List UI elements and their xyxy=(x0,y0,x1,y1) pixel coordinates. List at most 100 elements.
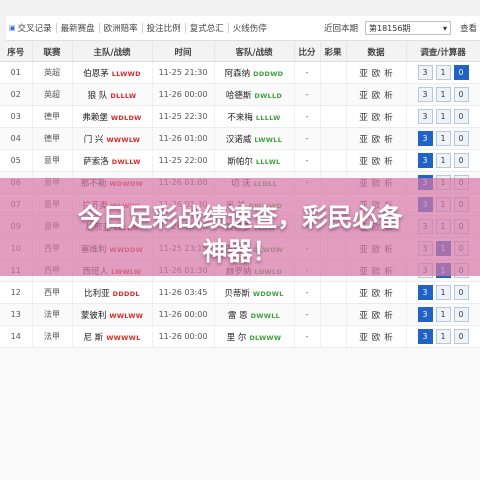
calc-option-button[interactable]: 3 xyxy=(417,307,433,322)
table-row: 04 德甲门 兴 WWWLW 11-26 01:00 汉诺威 LWWLL - 亚欧析 3 1 0 xyxy=(0,127,480,150)
cell-league[interactable]: 德甲 xyxy=(32,127,73,150)
tb-multi-summary[interactable]: 复式总汇 xyxy=(187,22,227,34)
data-link[interactable]: 析 xyxy=(384,333,393,343)
calc-option-button[interactable]: 0 xyxy=(453,109,469,124)
home-team-link[interactable]: 弗赖堡 xyxy=(82,113,108,123)
calc-option-button[interactable]: 3 xyxy=(417,87,433,102)
data-link[interactable]: 析 xyxy=(384,69,393,79)
data-link[interactable]: 亚 xyxy=(359,113,368,123)
cell-calculator: 310 xyxy=(406,83,480,106)
data-link[interactable]: 欧 xyxy=(372,91,381,101)
calc-option-button[interactable]: 3 xyxy=(417,65,433,80)
calc-option-button[interactable]: 0 xyxy=(453,307,469,322)
tb-latest-odds[interactable]: 最新赛盘 xyxy=(58,22,98,34)
calc-option-button[interactable]: 1 xyxy=(435,109,451,124)
calc-option-button[interactable]: 3 xyxy=(417,153,433,168)
calc-option-button[interactable]: 1 xyxy=(435,307,451,322)
away-team-link[interactable]: 阿森纳 xyxy=(225,69,251,79)
cell-league[interactable]: 西甲 xyxy=(32,281,73,304)
data-link[interactable]: 欧 xyxy=(372,157,381,167)
cell-league[interactable]: 英超 xyxy=(32,83,73,106)
tb-bet-ratio[interactable]: 投注比例 xyxy=(144,22,184,34)
calc-option-button[interactable]: 3 xyxy=(417,131,433,146)
tb-cross-record[interactable]: ▣ 交叉记录 xyxy=(6,22,55,34)
calc-option-button[interactable]: 3 xyxy=(417,109,433,124)
data-link[interactable]: 亚 xyxy=(359,333,368,343)
calc-option-button[interactable]: 1 xyxy=(435,65,451,80)
data-link[interactable]: 析 xyxy=(384,113,393,123)
cell-home: 比利亚 DDDDL xyxy=(72,281,153,304)
away-team-link[interactable]: 不来梅 xyxy=(227,113,253,123)
home-team-link[interactable]: 狼 队 xyxy=(88,91,108,101)
calc-option-button[interactable]: 0 xyxy=(453,153,469,168)
data-link[interactable]: 欧 xyxy=(372,113,381,123)
cell-data-links: 亚欧析 xyxy=(346,325,407,348)
away-team-link[interactable]: 贝蒂斯 xyxy=(224,289,250,299)
cell-score: - xyxy=(294,105,321,128)
data-link[interactable]: 亚 xyxy=(359,91,368,101)
data-link[interactable]: 亚 xyxy=(359,311,368,321)
period-selector: 近回本期 第18156期 ▾ 查看 xyxy=(321,16,480,40)
calc-option-button[interactable]: 1 xyxy=(435,329,451,344)
data-link[interactable]: 亚 xyxy=(359,135,368,145)
calc-option-button[interactable]: 0 xyxy=(453,285,469,300)
data-link[interactable]: 析 xyxy=(384,91,393,101)
home-team-link[interactable]: 伯恩茅 xyxy=(83,69,109,79)
calc-option-button[interactable]: 1 xyxy=(435,87,451,102)
home-team-link[interactable]: 萨索洛 xyxy=(83,157,109,167)
home-team-link[interactable]: 尼 斯 xyxy=(83,333,103,343)
calc-option-button[interactable]: 0 xyxy=(453,329,469,344)
cell-no: 13 xyxy=(0,303,33,326)
data-link[interactable]: 析 xyxy=(384,135,393,145)
data-link[interactable]: 亚 xyxy=(359,289,368,299)
away-team-link[interactable]: 汉诺威 xyxy=(226,135,252,145)
col-header-calc: 调查/计算器 xyxy=(406,42,480,62)
calc-option-button[interactable]: 3 xyxy=(417,329,433,344)
away-team-link[interactable]: 雷 恩 xyxy=(228,311,248,321)
cell-home: 伯恩茅 LLWWD xyxy=(72,61,153,84)
cell-league[interactable]: 英超 xyxy=(32,61,73,84)
table-row: 05 意甲 萨索洛 DWLLW 11-25 22:00 斯帕尔 LLLWL - 亚欧析 3 1 0 xyxy=(0,149,480,172)
calc-option-button[interactable]: 1 xyxy=(435,131,451,146)
calc-option-button[interactable]: 0 xyxy=(453,87,469,102)
cell-time: 11-26 03:45 xyxy=(152,281,215,304)
cell-home: 尼 斯 WWWWL xyxy=(72,325,153,348)
calc-option-button[interactable]: 0 xyxy=(453,131,469,146)
data-link[interactable]: 亚 xyxy=(359,69,368,79)
tb-euro-odds[interactable]: 欧洲赔率 xyxy=(101,22,141,34)
home-team-link[interactable]: 蒙彼利 xyxy=(81,311,107,321)
data-link[interactable]: 析 xyxy=(384,311,393,321)
cell-league[interactable]: 德甲 xyxy=(32,105,73,128)
cell-score: - xyxy=(294,61,321,84)
data-link[interactable]: 欧 xyxy=(372,69,381,79)
away-team-link[interactable]: 哈德斯 xyxy=(226,91,252,101)
cell-result xyxy=(320,281,347,304)
home-record: DWLLW xyxy=(111,157,141,166)
home-team-link[interactable]: 门 兴 xyxy=(84,135,104,145)
tb-latest-odds-label: 最新赛盘 xyxy=(60,24,95,34)
tb-injuries[interactable]: 火线伤停 xyxy=(230,22,270,34)
chevron-down-icon: ▾ xyxy=(442,23,447,33)
data-link[interactable]: 欧 xyxy=(372,135,381,145)
home-team-link[interactable]: 比利亚 xyxy=(84,289,110,299)
calc-option-button[interactable]: 0 xyxy=(453,65,469,80)
cell-away: 阿森纳 DDDWD xyxy=(214,61,295,84)
data-link[interactable]: 析 xyxy=(384,289,393,299)
calc-option-button[interactable]: 3 xyxy=(417,285,433,300)
period-dropdown[interactable]: 第18156期 ▾ xyxy=(364,21,451,35)
data-link[interactable]: 亚 xyxy=(359,157,368,167)
away-team-link[interactable]: 里 尔 xyxy=(227,333,247,343)
data-link[interactable]: 欧 xyxy=(372,289,381,299)
calc-option-button[interactable]: 1 xyxy=(435,285,451,300)
calc-option-button[interactable]: 1 xyxy=(435,153,451,168)
data-link[interactable]: 欧 xyxy=(372,311,381,321)
cell-league[interactable]: 法甲 xyxy=(32,325,73,348)
cell-league[interactable]: 法甲 xyxy=(32,303,73,326)
cell-calculator: 310 xyxy=(406,149,480,172)
away-team-link[interactable]: 斯帕尔 xyxy=(227,157,253,167)
data-link[interactable]: 欧 xyxy=(372,333,381,343)
view-button[interactable]: 查看 xyxy=(457,22,480,34)
cell-result xyxy=(320,83,347,106)
data-link[interactable]: 析 xyxy=(384,157,393,167)
cell-league[interactable]: 意甲 xyxy=(32,149,73,172)
